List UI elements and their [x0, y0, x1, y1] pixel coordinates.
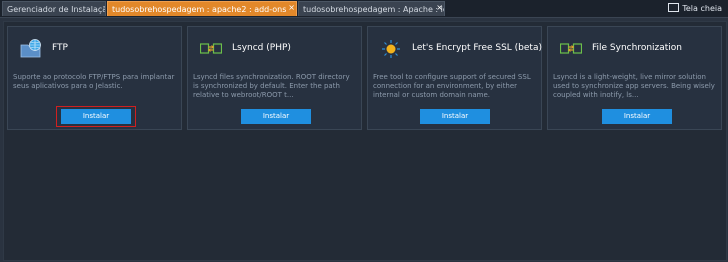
addon-title: Lsyncd (PHP)	[232, 43, 291, 53]
tab-bar: Gerenciador de Instalação tudosobrehospe…	[0, 0, 728, 18]
tab-installation-manager[interactable]: Gerenciador de Instalação	[2, 1, 106, 16]
tab-label: Gerenciador de Instalação	[7, 5, 106, 14]
sync-folders-icon	[560, 43, 582, 54]
addon-title: File Synchronization	[592, 43, 683, 53]
addons-panel: FTP Suporte ao protocolo FTP/FTPS para i…	[3, 21, 727, 261]
fullscreen-button[interactable]: Tela cheia	[668, 2, 722, 16]
addon-title: FTP	[52, 43, 68, 53]
addon-description: Suporte ao protocolo FTP/FTPS para impla…	[13, 73, 175, 90]
tab-label: tudosobrehospedagem : apache2 : add-ons	[112, 5, 287, 14]
close-icon[interactable]: ×	[436, 2, 443, 15]
addon-card-ftp: FTP Suporte ao protocolo FTP/FTPS para i…	[7, 26, 182, 130]
addon-description: Lsyncd files synchronization. ROOT direc…	[193, 73, 350, 99]
tab-log[interactable]: tudosobrehospedagem : Apache : log ×	[298, 1, 445, 16]
ftp-folder-globe-icon	[20, 39, 41, 58]
addon-description: Lsyncd is a light-weight, live mirror so…	[553, 73, 715, 99]
addon-card-letsencrypt: Let's Encrypt Free SSL (beta) Free tool …	[367, 26, 542, 130]
addon-title: Let's Encrypt Free SSL (beta)	[412, 43, 542, 53]
install-button[interactable]: Instalar	[241, 109, 311, 124]
addon-description: Free tool to configure support of secure…	[373, 73, 531, 99]
sun-icon	[382, 40, 400, 58]
addon-card-file-sync: File Synchronization Lsyncd is a light-w…	[547, 26, 722, 130]
install-button[interactable]: Instalar	[602, 109, 672, 124]
fullscreen-icon	[668, 3, 680, 12]
sync-folders-icon	[200, 43, 222, 54]
tab-label: tudosobrehospedagem : Apache : log	[303, 5, 445, 14]
close-icon[interactable]: ×	[288, 2, 295, 15]
addon-card-lsyncd-php: Lsyncd (PHP) Lsyncd files synchronizatio…	[187, 26, 362, 130]
tab-addons[interactable]: tudosobrehospedagem : apache2 : add-ons …	[107, 1, 297, 16]
install-button[interactable]: Instalar	[61, 109, 131, 124]
fullscreen-label: Tela cheia	[682, 4, 722, 13]
install-button[interactable]: Instalar	[420, 109, 490, 124]
